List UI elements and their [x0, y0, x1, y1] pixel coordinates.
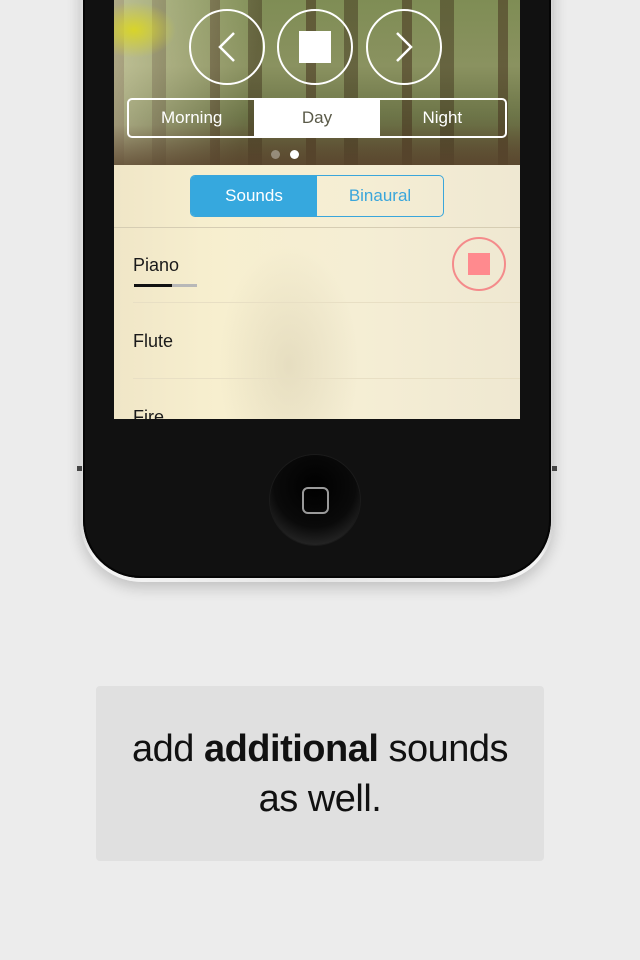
- segment-sounds[interactable]: Sounds: [191, 176, 317, 216]
- phone-side-notch: [77, 466, 82, 471]
- sound-row-flute[interactable]: Flute: [133, 303, 520, 379]
- stop-button[interactable]: [277, 9, 353, 85]
- caption-text: sounds: [378, 727, 508, 770]
- volume-slider[interactable]: [134, 284, 197, 287]
- caption-line-2: as well.: [258, 777, 382, 820]
- sound-name: Piano: [133, 255, 180, 275]
- next-button[interactable]: [366, 9, 442, 85]
- sound-name: Fire: [133, 407, 164, 419]
- volume-slider-fill: [134, 284, 172, 287]
- phone-side-notch: [552, 466, 557, 471]
- caption-line-1: add additional sounds: [131, 724, 509, 774]
- page-dot-active[interactable]: [290, 150, 299, 159]
- page-dot[interactable]: [271, 150, 280, 159]
- segment-night[interactable]: Night: [380, 100, 505, 136]
- stop-icon: [468, 253, 490, 275]
- sound-row-piano[interactable]: Piano: [133, 227, 520, 303]
- chevron-left-icon: [218, 32, 235, 62]
- sounds-panel: Sounds Binaural Piano Flute Fire: [114, 165, 520, 419]
- home-square-icon: [301, 486, 329, 514]
- app-screen: Morning Day Night Sounds Binaural Piano …: [114, 0, 520, 419]
- caption-text: add: [131, 727, 204, 770]
- stop-icon: [299, 31, 331, 63]
- time-of-day-segmented-control: Morning Day Night: [127, 98, 507, 138]
- forest-header-image: Morning Day Night: [114, 0, 520, 165]
- sound-row-fire[interactable]: Fire: [133, 379, 520, 419]
- segment-morning[interactable]: Morning: [129, 100, 254, 136]
- previous-button[interactable]: [189, 9, 265, 85]
- chevron-right-icon: [396, 32, 413, 62]
- sound-type-segmented-control: Sounds Binaural: [190, 175, 444, 217]
- page-indicator: [271, 150, 299, 159]
- segment-day[interactable]: Day: [254, 100, 380, 136]
- caption-bold-text: additional: [203, 727, 379, 770]
- home-button[interactable]: [270, 455, 360, 545]
- sound-stop-button[interactable]: [452, 237, 506, 291]
- sound-name: Flute: [133, 331, 174, 351]
- segment-binaural[interactable]: Binaural: [317, 176, 443, 216]
- caption-box: add additional sounds as well.: [96, 686, 544, 861]
